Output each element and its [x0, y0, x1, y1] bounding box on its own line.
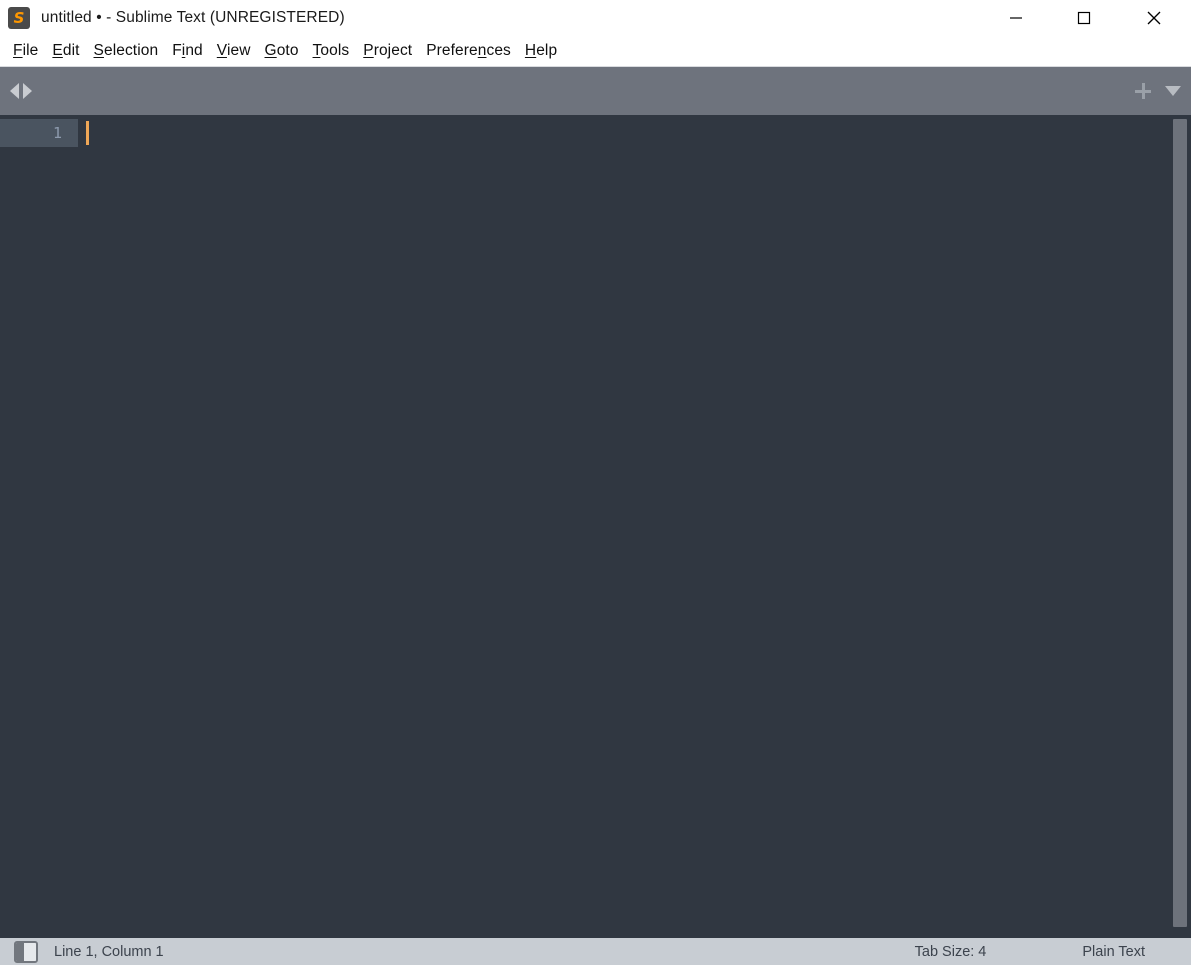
menu-view-mnemonic: V — [216, 42, 227, 60]
menu-goto-mnemonic: G — [264, 42, 277, 60]
menu-file-mnemonic: F — [13, 42, 23, 60]
menu-project[interactable]: Project — [356, 43, 419, 59]
menu-view-post: iew — [226, 42, 251, 60]
menu-help-mnemonic: H — [524, 42, 537, 60]
sidebar-toggle-icon[interactable] — [14, 940, 38, 963]
close-icon — [1147, 11, 1161, 25]
menu-edit-post: dit — [62, 42, 80, 60]
sidebar-toggle-right-pane — [24, 942, 36, 961]
chevron-right-icon[interactable] — [23, 83, 32, 99]
menu-file[interactable]: File — [6, 43, 45, 59]
menu-selection-mnemonic: S — [93, 42, 104, 60]
text-caret — [86, 121, 89, 145]
menu-file-post: ile — [22, 42, 39, 60]
tab-bar — [0, 66, 1191, 115]
minimize-icon — [1010, 17, 1022, 19]
tab-actions — [1135, 67, 1181, 115]
line-number: 1 — [52, 124, 62, 142]
editor-area[interactable]: 1 — [0, 115, 1191, 938]
logo-glyph: S — [13, 8, 25, 27]
menu-tools-post: ools — [320, 42, 350, 60]
status-tab-size[interactable]: Tab Size: 4 — [915, 944, 987, 960]
menu-edit[interactable]: Edit — [45, 43, 86, 59]
sublime-text-logo-icon: S — [8, 7, 30, 29]
menu-find[interactable]: Find — [165, 43, 210, 59]
tab-navigation — [10, 67, 32, 115]
menu-help[interactable]: Help — [518, 43, 564, 59]
vertical-scrollbar-thumb[interactable] — [1173, 119, 1187, 927]
sidebar-toggle-left-pane — [16, 942, 24, 961]
menu-selection[interactable]: Selection — [87, 43, 166, 59]
menu-view[interactable]: View — [210, 43, 258, 59]
menu-find-post: nd — [185, 42, 203, 60]
maximize-icon — [1077, 11, 1091, 25]
window-controls — [993, 0, 1191, 36]
menu-find-pre: F — [172, 42, 182, 60]
status-bar: Line 1, Column 1 Tab Size: 4 Plain Text — [0, 938, 1191, 965]
minimize-button[interactable] — [993, 0, 1039, 36]
status-line-column: Line 1, Column 1 — [54, 943, 164, 960]
menu-preferences-post: ces — [486, 42, 511, 60]
chevron-down-icon[interactable] — [1165, 86, 1181, 96]
status-syntax[interactable]: Plain Text — [1082, 944, 1145, 960]
menu-bar: File Edit Selection Find View Goto Tools… — [0, 36, 1191, 66]
menu-edit-mnemonic: E — [52, 42, 63, 60]
sublime-text-window: S untitled • - Sublime Text (UNREGISTERE… — [0, 0, 1191, 965]
menu-selection-post: election — [103, 42, 159, 60]
close-button[interactable] — [1131, 0, 1177, 36]
menu-project-post: roject — [373, 42, 413, 60]
menu-goto-post: oto — [276, 42, 299, 60]
menu-goto[interactable]: Goto — [258, 43, 306, 59]
title-bar: S untitled • - Sublime Text (UNREGISTERE… — [0, 0, 1191, 36]
menu-project-mnemonic: P — [363, 42, 374, 60]
maximize-button[interactable] — [1061, 0, 1107, 36]
menu-tools[interactable]: Tools — [306, 43, 357, 59]
chevron-left-icon[interactable] — [10, 83, 19, 99]
window-title: untitled • - Sublime Text (UNREGISTERED) — [41, 9, 345, 26]
plus-icon[interactable] — [1135, 83, 1151, 99]
status-right-group: Tab Size: 4 Plain Text — [915, 944, 1191, 960]
menu-preferences-pre: Prefere — [426, 42, 478, 60]
menu-preferences[interactable]: Preferences — [419, 43, 518, 59]
vertical-scrollbar[interactable] — [1173, 115, 1187, 938]
menu-help-post: elp — [536, 42, 558, 60]
